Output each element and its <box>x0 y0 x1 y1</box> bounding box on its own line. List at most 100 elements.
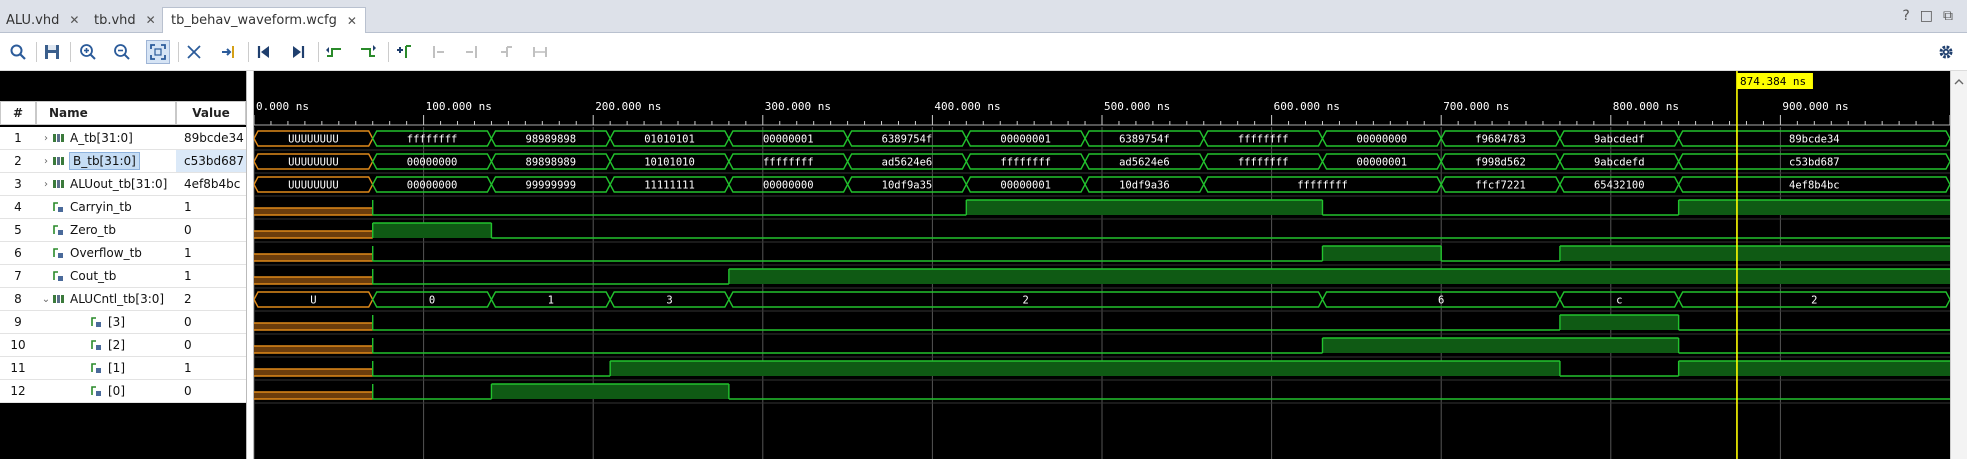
time-tick-label: 600.000 ns <box>1274 100 1340 113</box>
bus-value-label: f9684783 <box>1475 134 1526 146</box>
signal-row--2[interactable]: [2] <box>36 334 176 357</box>
row-index: 3 <box>0 173 36 196</box>
signal-row--0[interactable]: [0] <box>36 380 176 403</box>
chevron-right-icon[interactable]: › <box>40 179 52 190</box>
signal-row--3[interactable]: [3] <box>36 311 176 334</box>
signal-name-label: B_tb[31:0] <box>69 152 140 170</box>
bit-signal-icon <box>53 271 63 281</box>
undefined-fill <box>254 231 373 238</box>
bit-signal-icon <box>53 225 63 235</box>
tab-alu-vhd[interactable]: ALU.vhd ✕ <box>6 8 79 32</box>
signal-row-a-tb-31-0[interactable]: › A_tb[31:0] <box>36 127 176 150</box>
panel-splitter[interactable] <box>246 71 254 459</box>
bus-value-label: UUUUUUUU <box>288 180 339 192</box>
next-transition-icon[interactable] <box>356 40 380 64</box>
scroll-up-icon[interactable] <box>1951 75 1967 89</box>
previous-transition-icon[interactable] <box>322 40 346 64</box>
go-to-start-icon[interactable] <box>252 40 276 64</box>
row-index: 11 <box>0 357 36 380</box>
time-tick-label: 800.000 ns <box>1613 100 1679 113</box>
high-level-fill <box>966 200 1323 215</box>
signal-value: 89bcde34 <box>176 127 246 150</box>
bus-value-label: 9abcdedf <box>1594 134 1645 146</box>
tab-label: ALU.vhd <box>6 12 60 28</box>
signal-name-label: Overflow_tb <box>70 246 142 260</box>
bus-value-label: 00000001 <box>1357 157 1408 169</box>
previous-marker-icon[interactable] <box>426 40 450 64</box>
signal-name-label: Carryin_tb <box>70 200 132 214</box>
high-level-fill <box>728 269 1950 284</box>
waveform-canvas[interactable]: 0.000 ns 100.000 ns 200.000 ns 300.000 ns 40… <box>253 71 1951 459</box>
signal-row-carryin-tb[interactable]: Carryin_tb <box>36 196 176 219</box>
signal-value: 0 <box>176 334 246 357</box>
zoom-out-icon[interactable] <box>110 40 134 64</box>
cursor-icon[interactable] <box>182 40 206 64</box>
chevron-down-icon[interactable]: ⌄ <box>40 294 52 305</box>
signal-value: 4ef8b4bc <box>176 173 246 196</box>
signal-value: 0 <box>176 311 246 334</box>
bus-value-label: c <box>1616 295 1622 307</box>
time-tick-label: 400.000 ns <box>934 100 1000 113</box>
signal-row--1[interactable]: [1] <box>36 357 176 380</box>
close-icon[interactable]: ✕ <box>69 13 79 27</box>
bus-value-label: 2 <box>1023 295 1029 307</box>
swap-cursors-icon[interactable] <box>494 40 518 64</box>
bus-value-label: 00000000 <box>1357 134 1408 146</box>
bus-value-label: 00000000 <box>407 157 458 169</box>
row-index: 10 <box>0 334 36 357</box>
help-icon[interactable]: ? <box>1902 8 1909 24</box>
bus-value-label: ad5624e6 <box>1119 157 1170 169</box>
bus-value-label: UUUUUUUU <box>288 157 339 169</box>
undefined-fill <box>254 254 373 261</box>
chevron-right-icon[interactable]: › <box>40 133 52 144</box>
maximize-icon[interactable]: □ <box>1920 8 1933 24</box>
signal-row-overflow-tb[interactable]: Overflow_tb <box>36 242 176 265</box>
bus-value-label: 4ef8b4bc <box>1789 180 1840 192</box>
next-marker-icon[interactable] <box>460 40 484 64</box>
bus-value-label: 65432100 <box>1594 180 1645 192</box>
bus-value-label: 6389754f <box>882 134 933 146</box>
row-index: 8 <box>0 288 36 311</box>
search-icon[interactable] <box>6 40 30 64</box>
signal-value: 2 <box>176 288 246 311</box>
signal-row-b-tb-31-0[interactable]: › B_tb[31:0] <box>36 150 176 173</box>
waveform-viewer[interactable]: 0.000 ns 100.000 ns 200.000 ns 300.000 ns 40… <box>253 71 1951 459</box>
go-to-cursor-icon[interactable] <box>216 40 240 64</box>
zoom-fit-icon[interactable] <box>146 40 170 64</box>
row-index: 12 <box>0 380 36 403</box>
chevron-right-icon[interactable]: › <box>40 156 52 167</box>
gear-icon[interactable] <box>1934 40 1958 64</box>
bus-value-label: 98989898 <box>526 134 577 146</box>
bus-value-label: 10df9a35 <box>882 180 933 192</box>
close-icon[interactable]: ✕ <box>146 13 156 27</box>
save-icon[interactable] <box>40 40 64 64</box>
signal-row-cout-tb[interactable]: Cout_tb <box>36 265 176 288</box>
restore-icon[interactable]: ⧉ <box>1943 8 1953 24</box>
high-level-fill <box>1559 315 1679 330</box>
name-column-header[interactable]: Name <box>36 101 176 125</box>
bus-signal-icon <box>53 157 64 165</box>
name-panel: # Name 1 › A_tb[31:0] 2 › B_tb[31:0] 3 › ALUout_… <box>0 71 176 459</box>
bus-value-label: 00000001 <box>1000 134 1051 146</box>
bus-value-label: 99999999 <box>526 180 577 192</box>
signal-row-aluout-tb-31-0[interactable]: › ALUout_tb[31:0] <box>36 173 176 196</box>
add-marker-icon[interactable] <box>392 40 416 64</box>
undefined-fill <box>254 323 373 330</box>
bit-signal-icon <box>91 317 101 327</box>
bus-value-label: UUUUUUUU <box>288 134 339 146</box>
value-column-header[interactable]: Value <box>176 101 246 125</box>
tab-tb-vhd[interactable]: tb.vhd ✕ <box>94 8 156 32</box>
go-to-end-icon[interactable] <box>286 40 310 64</box>
tab-waveform-wcfg[interactable]: tb_behav_waveform.wcfg ✕ <box>162 7 366 33</box>
snap-icon[interactable] <box>528 40 552 64</box>
signal-value: 0 <box>176 380 246 403</box>
tab-label: tb_behav_waveform.wcfg <box>171 13 337 28</box>
zoom-in-icon[interactable] <box>76 40 100 64</box>
time-tick-label: 700.000 ns <box>1443 100 1509 113</box>
signal-row-alucntl-tb-3-0[interactable]: ⌄ ALUCntl_tb[3:0] <box>36 288 176 311</box>
row-index: 1 <box>0 127 36 150</box>
vertical-scrollbar[interactable] <box>1950 71 1967 459</box>
high-level-fill <box>1322 338 1679 353</box>
close-icon[interactable]: ✕ <box>347 14 357 28</box>
signal-row-zero-tb[interactable]: Zero_tb <box>36 219 176 242</box>
